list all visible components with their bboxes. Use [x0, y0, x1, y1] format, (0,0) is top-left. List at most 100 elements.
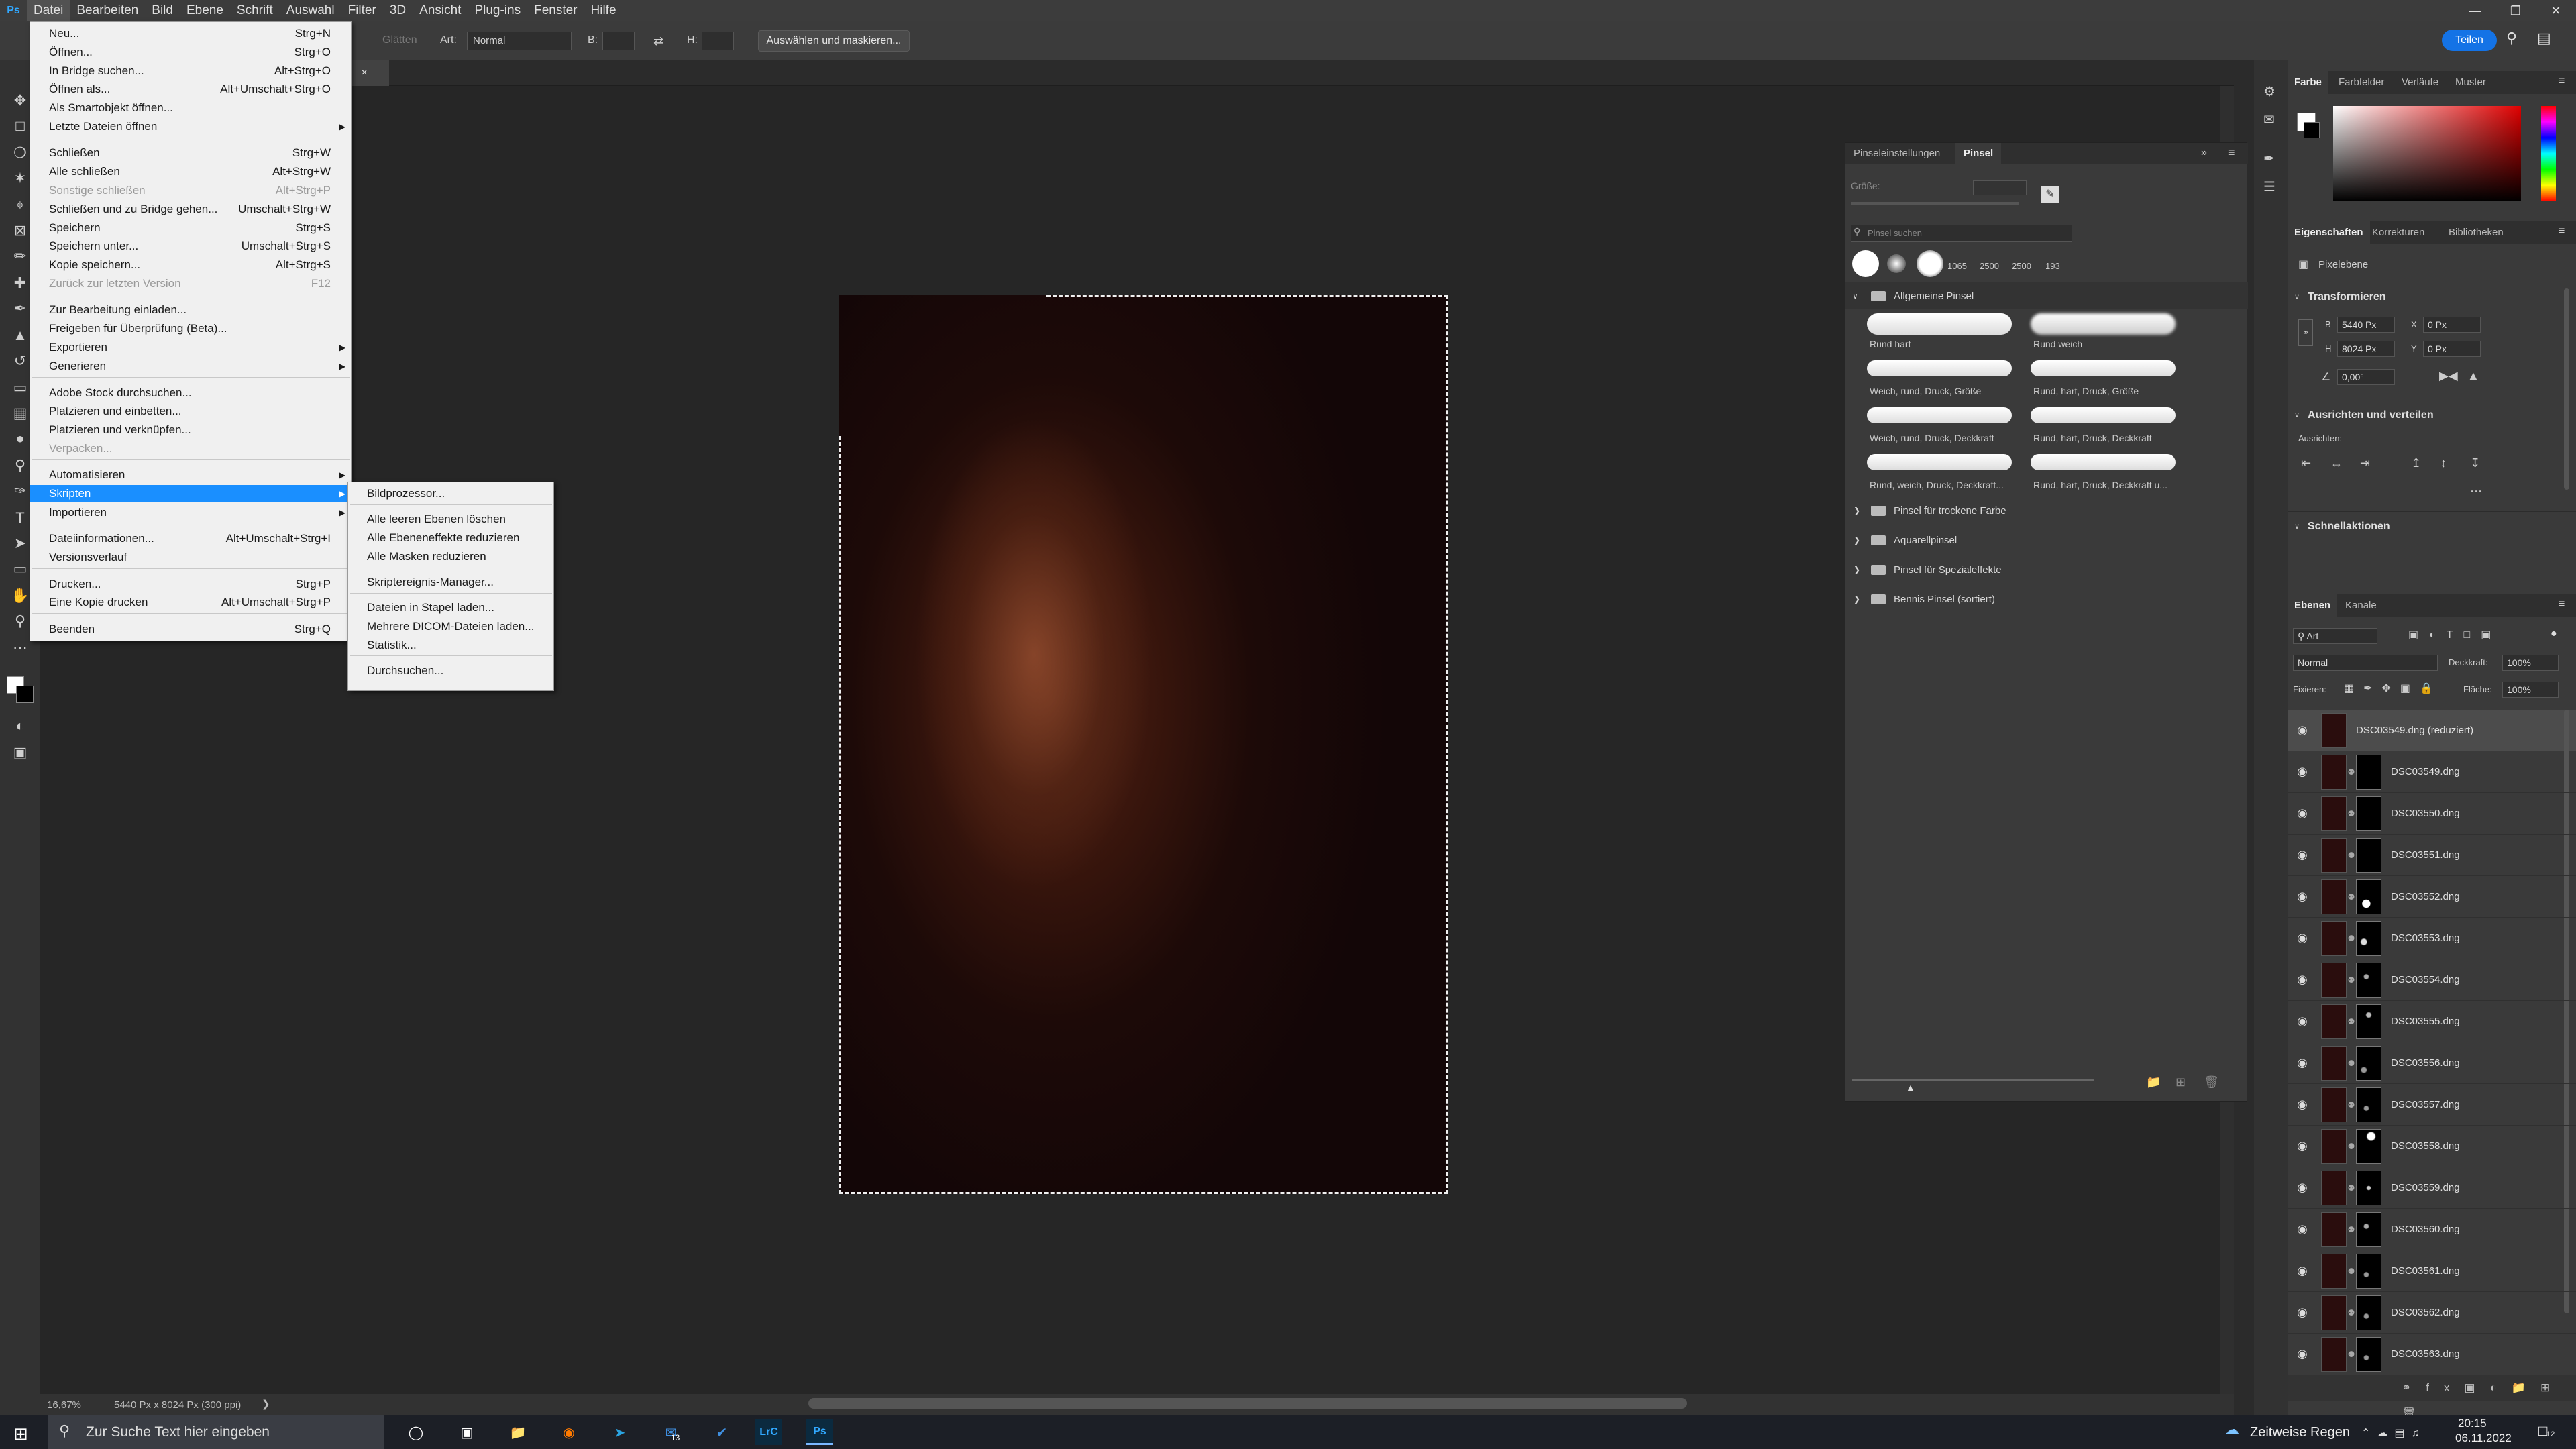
layer-mask-thumbnail[interactable] [2356, 837, 2381, 873]
mask-link-icon[interactable]: ⚉ [2347, 934, 2356, 943]
size-slider[interactable] [1851, 202, 2019, 205]
visibility-eye-icon[interactable]: ◉ [2288, 1264, 2317, 1278]
windows-start-icon[interactable]: ⊞ [13, 1424, 28, 1444]
tab-swatches[interactable]: Farbfelder [2332, 71, 2391, 94]
visibility-eye-icon[interactable]: ◉ [2288, 1222, 2317, 1236]
fill-field[interactable]: 100% [2502, 682, 2559, 698]
file-menu-item[interactable]: Öffnen als... Alt+Umschalt+Strg+O [30, 80, 351, 98]
layer-name[interactable]: DSC03550.dng [2391, 808, 2460, 819]
brush-folder-dry[interactable]: ❯ Pinsel für trockene Farbe [1845, 497, 2248, 524]
file-menu-item[interactable]: Kopie speichern... Alt+Strg+S [30, 256, 351, 274]
layer-filter-icons[interactable]: ▣◐T□▣ [2408, 628, 2502, 641]
clock-time[interactable]: 20:15 [2458, 1417, 2487, 1430]
scripts-menu-item[interactable]: Alle Ebeneneffekte reduzieren [348, 529, 553, 547]
layer-name[interactable]: DSC03558.dng [2391, 1140, 2460, 1152]
todo-icon[interactable]: ✔ [708, 1419, 735, 1445]
close-icon[interactable]: ✕ [2536, 0, 2576, 21]
mask-link-icon[interactable]: ⚉ [2347, 1225, 2356, 1234]
mask-link-icon[interactable]: ⚉ [2347, 767, 2356, 777]
brush-stroke-2[interactable] [2031, 313, 2176, 335]
link-dimensions-icon[interactable]: ⚭ [2298, 319, 2313, 346]
menu-bild[interactable]: Bild [145, 0, 180, 21]
layer-name[interactable]: DSC03560.dng [2391, 1224, 2460, 1235]
layer-mask-thumbnail[interactable] [2356, 962, 2381, 998]
layer-row[interactable]: ◉ ⚉ DSC03562.dng [2288, 1292, 2576, 1334]
tab-brushes[interactable]: Pinsel [1955, 143, 2002, 164]
menu-3d[interactable]: 3D [383, 0, 413, 21]
layer-mask-thumbnail[interactable] [2356, 1087, 2381, 1122]
file-menu-item[interactable]: Dateiinformationen... Alt+Umschalt+Strg+I [30, 530, 351, 547]
delete-icon[interactable]: 🗑 [2204, 1075, 2219, 1089]
layer-row[interactable]: ◉ ⚉ DSC03556.dng [2288, 1042, 2576, 1084]
file-menu-item[interactable]: Freigeben für Überprüfung (Beta)... [30, 320, 351, 337]
comments-icon[interactable]: ✉ [2263, 111, 2275, 128]
align-section-title[interactable]: Ausrichten und verteilen [2308, 409, 2434, 421]
layer-filter-select[interactable]: ⚲ Art [2293, 628, 2377, 644]
layer-row[interactable]: ◉ ⚉ DSC03549.dng [2288, 751, 2576, 793]
clock-date[interactable]: 06.11.2022 [2455, 1432, 2512, 1445]
blend-mode-select[interactable]: Normal [2293, 655, 2438, 671]
brush-stroke-4[interactable] [2031, 360, 2176, 376]
visibility-eye-icon[interactable]: ◉ [2288, 1347, 2317, 1361]
photoshop-taskbar-icon[interactable]: Ps [806, 1419, 833, 1445]
visibility-eye-icon[interactable]: ◉ [2288, 1097, 2317, 1112]
file-menu-item[interactable]: Versionsverlauf [30, 549, 351, 566]
file-menu-item[interactable]: Speichern unter... Umschalt+Strg+S [30, 237, 351, 255]
adjustments-icon[interactable]: ☰ [2263, 178, 2275, 195]
layer-mask-thumbnail[interactable] [2356, 754, 2381, 790]
menu-filter[interactable]: Filter [341, 0, 383, 21]
scripts-menu-item[interactable]: Mehrere DICOM-Dateien laden... [348, 618, 553, 635]
mask-link-icon[interactable]: ⚉ [2347, 1350, 2356, 1359]
tab-properties[interactable]: Eigenschaften [2288, 221, 2370, 244]
history-brush-icon[interactable]: ↺ [9, 350, 31, 372]
opacity-field[interactable]: 100% [2502, 655, 2559, 671]
file-menu-item[interactable]: Zur Bearbeitung einladen... [30, 301, 351, 319]
layer-mask-thumbnail[interactable] [2356, 920, 2381, 956]
recent-brush-3[interactable] [1917, 250, 1943, 277]
layer-name[interactable]: DSC03561.dng [2391, 1265, 2460, 1277]
file-menu-item[interactable]: Platzieren und einbetten... [30, 402, 351, 420]
taskbar-search-input[interactable]: Zur Suche Text hier eingeben [48, 1415, 384, 1449]
menu-fenster[interactable]: Fenster [527, 0, 584, 21]
scripts-menu-item[interactable]: Bildprozessor... [348, 485, 553, 502]
brush-folder-special[interactable]: ❯ Pinsel für Spezialeffekte [1845, 556, 2248, 583]
preview-size-slider[interactable] [1852, 1079, 2094, 1081]
layer-mask-thumbnail[interactable] [2356, 1045, 2381, 1081]
layer-name[interactable]: DSC03563.dng [2391, 1348, 2460, 1360]
layer-row[interactable]: ◉ ⚉ DSC03557.dng [2288, 1084, 2576, 1126]
filter-toggle-icon[interactable]: ● [2551, 628, 2557, 640]
select-and-mask-button[interactable]: Auswählen und maskieren... [758, 30, 910, 52]
file-menu-item[interactable]: Drucken... Strg+P [30, 576, 351, 593]
mask-link-icon[interactable]: ⚉ [2347, 1183, 2356, 1193]
brush-tool-icon[interactable]: ✒ [9, 298, 31, 319]
file-menu-item[interactable]: Alle schließen Alt+Strg+W [30, 163, 351, 180]
mask-link-icon[interactable]: ⚉ [2347, 1017, 2356, 1026]
zoom-level[interactable]: 16,67% [47, 1399, 81, 1411]
visibility-eye-icon[interactable]: ◉ [2288, 973, 2317, 987]
file-menu-item[interactable]: Exportieren ▶ [30, 339, 351, 356]
history-panel-icon[interactable]: ⚙ [2263, 83, 2275, 100]
layer-name[interactable]: DSC03551.dng [2391, 849, 2460, 861]
lasso-tool-icon[interactable]: ❍ [9, 142, 31, 164]
task-view-icon[interactable]: ▣ [453, 1419, 480, 1445]
file-menu-item[interactable]: In Bridge suchen... Alt+Strg+O [30, 62, 351, 80]
crop-tool-icon[interactable]: ⌖ [9, 195, 31, 216]
collapse-panel-icon[interactable]: » [2201, 147, 2207, 159]
mask-link-icon[interactable]: ⚉ [2347, 1059, 2356, 1068]
layer-name[interactable]: DSC03555.dng [2391, 1016, 2460, 1027]
height-field[interactable]: 8024 Px [2337, 341, 2395, 357]
layer-row[interactable]: ◉ ⚉ DSC03559.dng [2288, 1167, 2576, 1209]
layers-footer-icons[interactable]: ⚭fx▣◐📁⊞🗑 [2288, 1375, 2576, 1419]
menu-hilfe[interactable]: Hilfe [584, 0, 623, 21]
layer-row[interactable]: ◉ ⚉ DSC03561.dng [2288, 1250, 2576, 1292]
layer-name[interactable]: DSC03557.dng [2391, 1099, 2460, 1110]
tab-gradients[interactable]: Verläufe [2395, 71, 2445, 94]
angle-field[interactable]: 0,00° [2337, 369, 2395, 385]
quick-mask-icon[interactable]: ◐ [9, 715, 31, 737]
layer-row[interactable]: ◉ ⚉ DSC03552.dng [2288, 876, 2576, 918]
brush-stroke-6[interactable] [2031, 407, 2176, 423]
brush-settings-icon[interactable]: ✒ [2263, 150, 2275, 167]
mask-link-icon[interactable]: ⚉ [2347, 1267, 2356, 1276]
visibility-eye-icon[interactable]: ◉ [2288, 1181, 2317, 1195]
scripts-menu-item[interactable]: Dateien in Stapel laden... [348, 599, 553, 616]
